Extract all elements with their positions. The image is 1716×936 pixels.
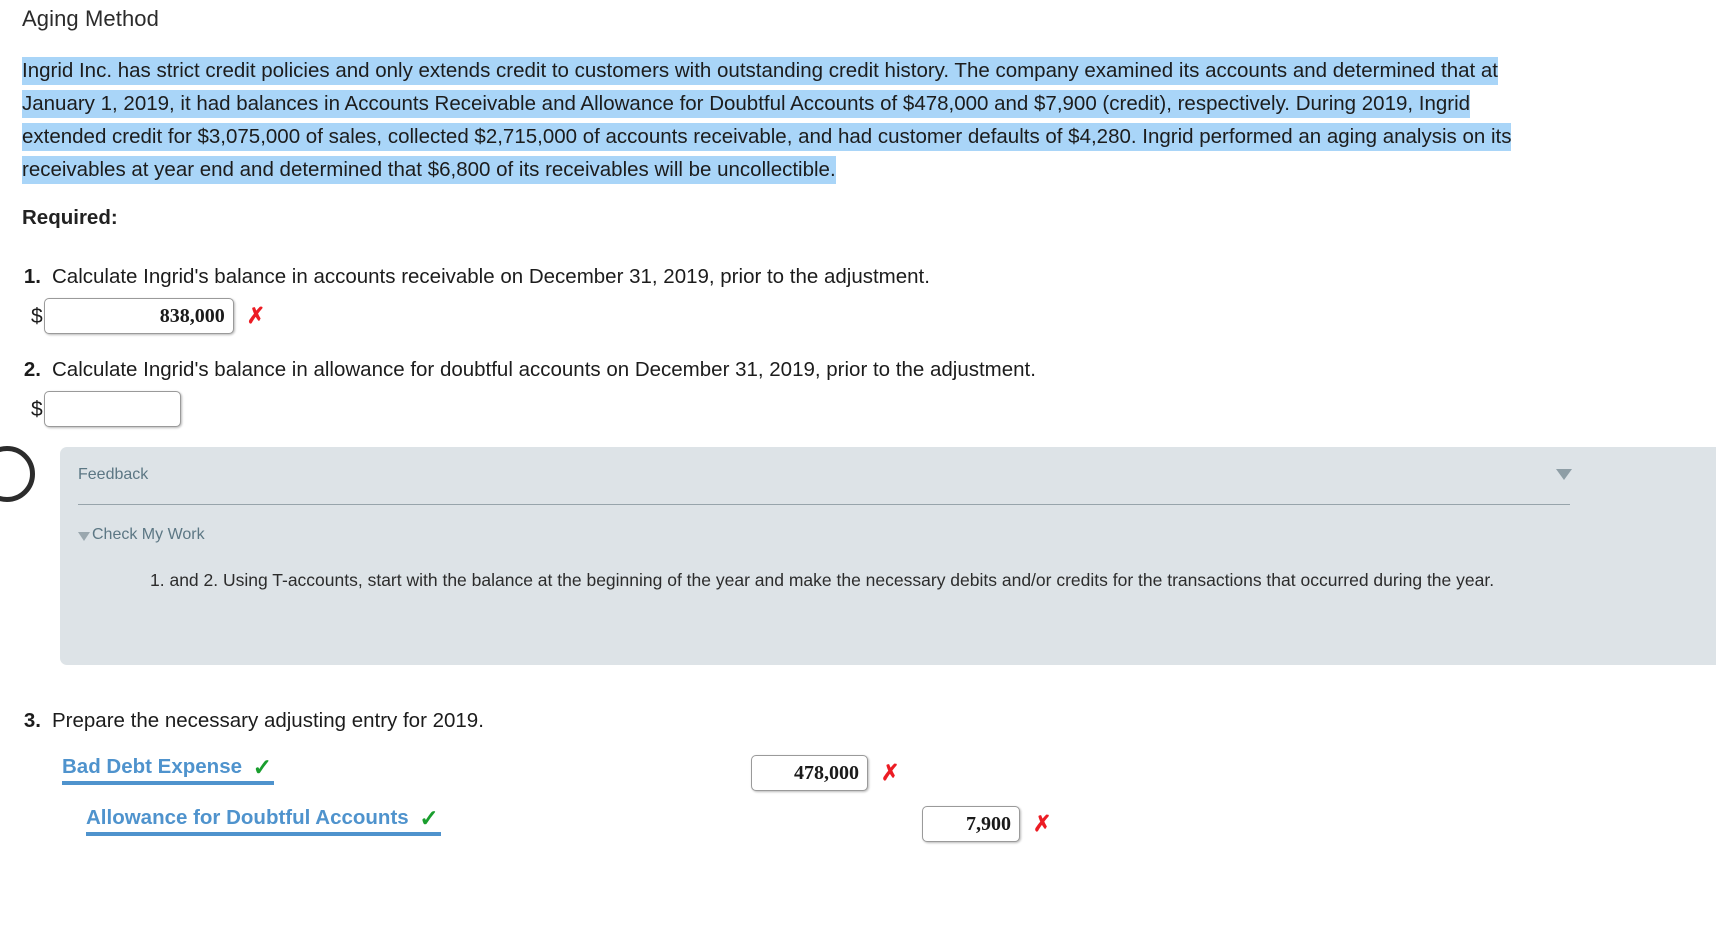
journal-entry-amount-debit: 478,000 ✗ [751, 755, 899, 791]
requirement-1-line: 1. Calculate Ingrid's balance in account… [22, 265, 930, 289]
requirement-1-text: Calculate Ingrid's balance in accounts r… [52, 265, 930, 288]
feedback-divider [78, 504, 1570, 505]
requirement-3-number: 3. [23, 709, 41, 732]
check-my-work-label: Check My Work [92, 526, 205, 543]
incorrect-icon: ✗ [246, 303, 266, 328]
question-page: Aging Method Ingrid Inc. has strict cred… [0, 0, 1716, 936]
journal-entry-row-credit: Allowance for Doubtful Accounts ✓ [86, 805, 441, 836]
dollar-sign: $ [31, 304, 43, 328]
required-label: Required: [22, 206, 118, 229]
requirement-2-line: 2. Calculate Ingrid's balance in allowan… [22, 358, 1036, 382]
check-my-work-toggle[interactable]: Check My Work [78, 526, 205, 544]
account-link-bad-debt-expense[interactable]: Bad Debt Expense ✓ [62, 754, 274, 785]
incorrect-icon: ✗ [881, 760, 900, 785]
requirement-2-number: 2. [23, 358, 41, 381]
answer-input-allowance-balance[interactable] [43, 391, 181, 427]
account-link-allowance-for-doubtful-accounts[interactable]: Allowance for Doubtful Accounts ✓ [86, 805, 441, 836]
requirement-3: 3. Prepare the necessary adjusting entry… [22, 709, 484, 733]
journal-entry-row-debit: Bad Debt Expense ✓ [62, 754, 274, 785]
amount-input-bad-debt-expense[interactable]: 478,000 [751, 755, 868, 791]
requirement-1-number: 1. [23, 265, 41, 288]
journal-entry-amount-credit: 7,900 ✗ [922, 806, 1051, 842]
check-my-work-body: 1. and 2. Using T-accounts, start with t… [150, 570, 1495, 590]
annotation-circle-icon [0, 446, 35, 502]
account-link-label: Allowance for Doubtful Accounts [86, 806, 409, 829]
requirement-1: 1. Calculate Ingrid's balance in account… [22, 265, 930, 334]
requirement-1-answer-row: $ 838,000 ✗ [31, 298, 930, 334]
amount-input-allowance-for-doubtful-accounts[interactable]: 7,900 [922, 806, 1020, 842]
feedback-header-label: Feedback [78, 466, 149, 483]
caret-down-icon [78, 532, 90, 541]
chevron-down-icon[interactable] [1556, 469, 1572, 480]
requirement-3-line: 3. Prepare the necessary adjusting entry… [22, 709, 484, 733]
problem-highlight: Ingrid Inc. has strict credit policies a… [22, 57, 1512, 184]
answer-input-ar-balance[interactable]: 838,000 [43, 298, 234, 334]
correct-icon: ✓ [252, 754, 272, 780]
requirement-2: 2. Calculate Ingrid's balance in allowan… [22, 358, 1036, 427]
requirement-2-answer-row: $ [31, 391, 1036, 427]
dollar-sign: $ [31, 397, 43, 421]
correct-icon: ✓ [419, 805, 439, 831]
account-link-label: Bad Debt Expense [62, 755, 242, 778]
feedback-panel: Feedback Check My Work 1. and 2. Using T… [60, 447, 1716, 665]
page-title: Aging Method [22, 6, 159, 31]
requirement-2-text: Calculate Ingrid's balance in allowance … [52, 358, 1036, 381]
problem-statement: Ingrid Inc. has strict credit policies a… [22, 54, 1522, 186]
incorrect-icon: ✗ [1033, 811, 1052, 836]
requirement-3-text: Prepare the necessary adjusting entry fo… [52, 709, 484, 732]
